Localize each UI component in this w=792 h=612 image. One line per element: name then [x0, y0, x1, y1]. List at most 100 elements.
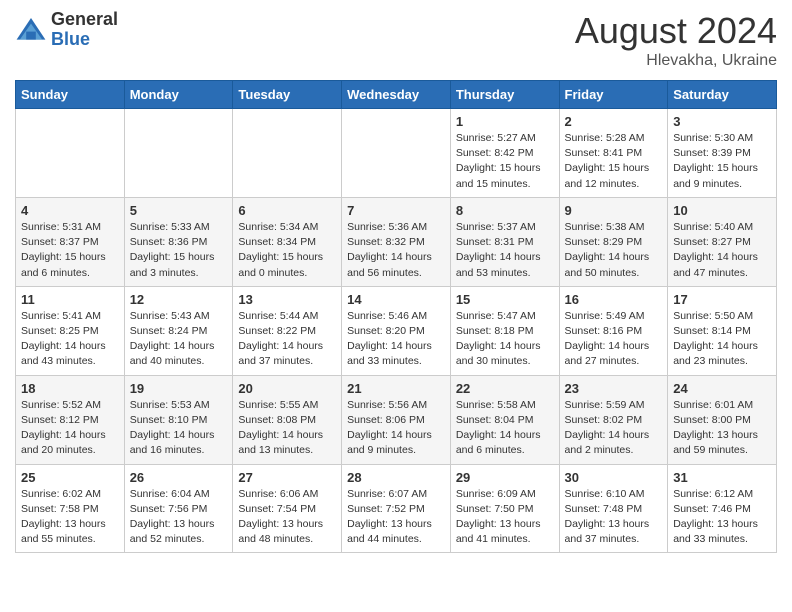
day-cell-2-4: 15 Sunrise: 5:47 AM Sunset: 8:18 PM Dayli… — [450, 286, 559, 375]
day-cell-2-2: 13 Sunrise: 5:44 AM Sunset: 8:22 PM Dayli… — [233, 286, 342, 375]
day-info-27: Sunrise: 6:06 AM Sunset: 7:54 PM Dayligh… — [238, 487, 336, 548]
day-number-7: 7 — [347, 203, 445, 218]
day-number-25: 25 — [21, 470, 119, 485]
logo-text: General Blue — [51, 10, 118, 50]
day-info-1: Sunrise: 5:27 AM Sunset: 8:42 PM Dayligh… — [456, 131, 554, 192]
header-thursday: Thursday — [450, 81, 559, 109]
day-cell-4-3: 28 Sunrise: 6:07 AM Sunset: 7:52 PM Dayli… — [342, 464, 451, 553]
day-number-30: 30 — [565, 470, 663, 485]
day-cell-0-1 — [124, 109, 233, 198]
week-row-3: 11Sunrise: 5:41 AM Sunset: 8:25 PM Dayli… — [16, 286, 777, 375]
day-info-13: Sunrise: 5:44 AM Sunset: 8:22 PM Dayligh… — [238, 309, 336, 370]
title-block: August 2024 Hlevakha, Ukraine — [575, 10, 777, 70]
day-info-12: Sunrise: 5:43 AM Sunset: 8:24 PM Dayligh… — [130, 309, 228, 370]
weekday-header-row: Sunday Monday Tuesday Wednesday Thursday… — [16, 81, 777, 109]
day-info-20: Sunrise: 5:55 AM Sunset: 8:08 PM Dayligh… — [238, 398, 336, 459]
day-cell-4-1: 26 Sunrise: 6:04 AM Sunset: 7:56 PM Dayli… — [124, 464, 233, 553]
day-number-31: 31 — [673, 470, 771, 485]
day-info-15: Sunrise: 5:47 AM Sunset: 8:18 PM Dayligh… — [456, 309, 554, 370]
day-cell-0-2 — [233, 109, 342, 198]
day-info-8: Sunrise: 5:37 AM Sunset: 8:31 PM Dayligh… — [456, 220, 554, 281]
day-number-21: 21 — [347, 381, 445, 396]
day-number-6: 6 — [238, 203, 336, 218]
day-cell-4-0: 25 Sunrise: 6:02 AM Sunset: 7:58 PM Dayli… — [16, 464, 125, 553]
day-cell-1-3: 7 Sunrise: 5:36 AM Sunset: 8:32 PM Daylig… — [342, 197, 451, 286]
header-sunday: Sunday — [16, 81, 125, 109]
day-number-24: 24 — [673, 381, 771, 396]
day-number-5: 5 — [130, 203, 228, 218]
day-info-6: Sunrise: 5:34 AM Sunset: 8:34 PM Dayligh… — [238, 220, 336, 281]
day-cell-2-6: 17 Sunrise: 5:50 AM Sunset: 8:14 PM Dayli… — [668, 286, 777, 375]
day-number-15: 15 — [456, 292, 554, 307]
header-wednesday: Wednesday — [342, 81, 451, 109]
header-tuesday: Tuesday — [233, 81, 342, 109]
day-cell-3-6: 24Sunrise: 6:01 AM Sunset: 8:00 PM Dayli… — [668, 375, 777, 464]
day-info-21: Sunrise: 5:56 AM Sunset: 8:06 PM Dayligh… — [347, 398, 445, 459]
day-cell-4-2: 27 Sunrise: 6:06 AM Sunset: 7:54 PM Dayli… — [233, 464, 342, 553]
day-info-5: Sunrise: 5:33 AM Sunset: 8:36 PM Dayligh… — [130, 220, 228, 281]
day-cell-0-3 — [342, 109, 451, 198]
day-info-16: Sunrise: 5:49 AM Sunset: 8:16 PM Dayligh… — [565, 309, 663, 370]
day-number-26: 26 — [130, 470, 228, 485]
logo-icon — [15, 14, 47, 46]
day-info-7: Sunrise: 5:36 AM Sunset: 8:32 PM Dayligh… — [347, 220, 445, 281]
day-number-20: 20 — [238, 381, 336, 396]
title-location: Hlevakha, Ukraine — [575, 52, 777, 70]
day-info-10: Sunrise: 5:40 AM Sunset: 8:27 PM Dayligh… — [673, 220, 771, 281]
header-saturday: Saturday — [668, 81, 777, 109]
day-number-11: 11 — [21, 292, 119, 307]
day-info-29: Sunrise: 6:09 AM Sunset: 7:50 PM Dayligh… — [456, 487, 554, 548]
week-row-4: 18 Sunrise: 5:52 AM Sunset: 8:12 PM Dayli… — [16, 375, 777, 464]
day-info-26: Sunrise: 6:04 AM Sunset: 7:56 PM Dayligh… — [130, 487, 228, 548]
day-number-2: 2 — [565, 114, 663, 129]
day-number-12: 12 — [130, 292, 228, 307]
day-cell-1-1: 5 Sunrise: 5:33 AM Sunset: 8:36 PM Daylig… — [124, 197, 233, 286]
day-cell-1-5: 9Sunrise: 5:38 AM Sunset: 8:29 PM Daylig… — [559, 197, 668, 286]
day-cell-4-6: 31 Sunrise: 6:12 AM Sunset: 7:46 PM Dayli… — [668, 464, 777, 553]
day-number-17: 17 — [673, 292, 771, 307]
day-cell-1-0: 4Sunrise: 5:31 AM Sunset: 8:37 PM Daylig… — [16, 197, 125, 286]
day-info-9: Sunrise: 5:38 AM Sunset: 8:29 PM Dayligh… — [565, 220, 663, 281]
day-number-13: 13 — [238, 292, 336, 307]
day-cell-2-0: 11Sunrise: 5:41 AM Sunset: 8:25 PM Dayli… — [16, 286, 125, 375]
day-number-18: 18 — [21, 381, 119, 396]
day-number-22: 22 — [456, 381, 554, 396]
day-number-27: 27 — [238, 470, 336, 485]
day-cell-0-6: 3 Sunrise: 5:30 AM Sunset: 8:39 PM Daylig… — [668, 109, 777, 198]
day-number-23: 23 — [565, 381, 663, 396]
day-cell-3-1: 19Sunrise: 5:53 AM Sunset: 8:10 PM Dayli… — [124, 375, 233, 464]
day-info-28: Sunrise: 6:07 AM Sunset: 7:52 PM Dayligh… — [347, 487, 445, 548]
logo: General Blue — [15, 10, 118, 50]
day-info-23: Sunrise: 5:59 AM Sunset: 8:02 PM Dayligh… — [565, 398, 663, 459]
day-number-28: 28 — [347, 470, 445, 485]
day-cell-2-5: 16 Sunrise: 5:49 AM Sunset: 8:16 PM Dayli… — [559, 286, 668, 375]
day-number-10: 10 — [673, 203, 771, 218]
day-cell-2-1: 12 Sunrise: 5:43 AM Sunset: 8:24 PM Dayli… — [124, 286, 233, 375]
day-cell-0-4: 1 Sunrise: 5:27 AM Sunset: 8:42 PM Daylig… — [450, 109, 559, 198]
header-monday: Monday — [124, 81, 233, 109]
page: General Blue August 2024 Hlevakha, Ukrai… — [0, 0, 792, 568]
day-cell-3-4: 22Sunrise: 5:58 AM Sunset: 8:04 PM Dayli… — [450, 375, 559, 464]
week-row-1: 1 Sunrise: 5:27 AM Sunset: 8:42 PM Daylig… — [16, 109, 777, 198]
day-cell-1-4: 8 Sunrise: 5:37 AM Sunset: 8:31 PM Daylig… — [450, 197, 559, 286]
week-row-2: 4Sunrise: 5:31 AM Sunset: 8:37 PM Daylig… — [16, 197, 777, 286]
day-info-3: Sunrise: 5:30 AM Sunset: 8:39 PM Dayligh… — [673, 131, 771, 192]
day-info-31: Sunrise: 6:12 AM Sunset: 7:46 PM Dayligh… — [673, 487, 771, 548]
day-cell-4-4: 29Sunrise: 6:09 AM Sunset: 7:50 PM Dayli… — [450, 464, 559, 553]
day-info-18: Sunrise: 5:52 AM Sunset: 8:12 PM Dayligh… — [21, 398, 119, 459]
day-number-3: 3 — [673, 114, 771, 129]
day-cell-0-0 — [16, 109, 125, 198]
day-cell-2-3: 14Sunrise: 5:46 AM Sunset: 8:20 PM Dayli… — [342, 286, 451, 375]
day-cell-3-2: 20 Sunrise: 5:55 AM Sunset: 8:08 PM Dayli… — [233, 375, 342, 464]
day-cell-4-5: 30Sunrise: 6:10 AM Sunset: 7:48 PM Dayli… — [559, 464, 668, 553]
day-number-8: 8 — [456, 203, 554, 218]
calendar-table: Sunday Monday Tuesday Wednesday Thursday… — [15, 80, 777, 553]
day-info-17: Sunrise: 5:50 AM Sunset: 8:14 PM Dayligh… — [673, 309, 771, 370]
day-cell-3-3: 21 Sunrise: 5:56 AM Sunset: 8:06 PM Dayli… — [342, 375, 451, 464]
day-info-25: Sunrise: 6:02 AM Sunset: 7:58 PM Dayligh… — [21, 487, 119, 548]
day-number-16: 16 — [565, 292, 663, 307]
header: General Blue August 2024 Hlevakha, Ukrai… — [15, 10, 777, 70]
day-info-4: Sunrise: 5:31 AM Sunset: 8:37 PM Dayligh… — [21, 220, 119, 281]
day-cell-3-5: 23 Sunrise: 5:59 AM Sunset: 8:02 PM Dayli… — [559, 375, 668, 464]
day-number-1: 1 — [456, 114, 554, 129]
